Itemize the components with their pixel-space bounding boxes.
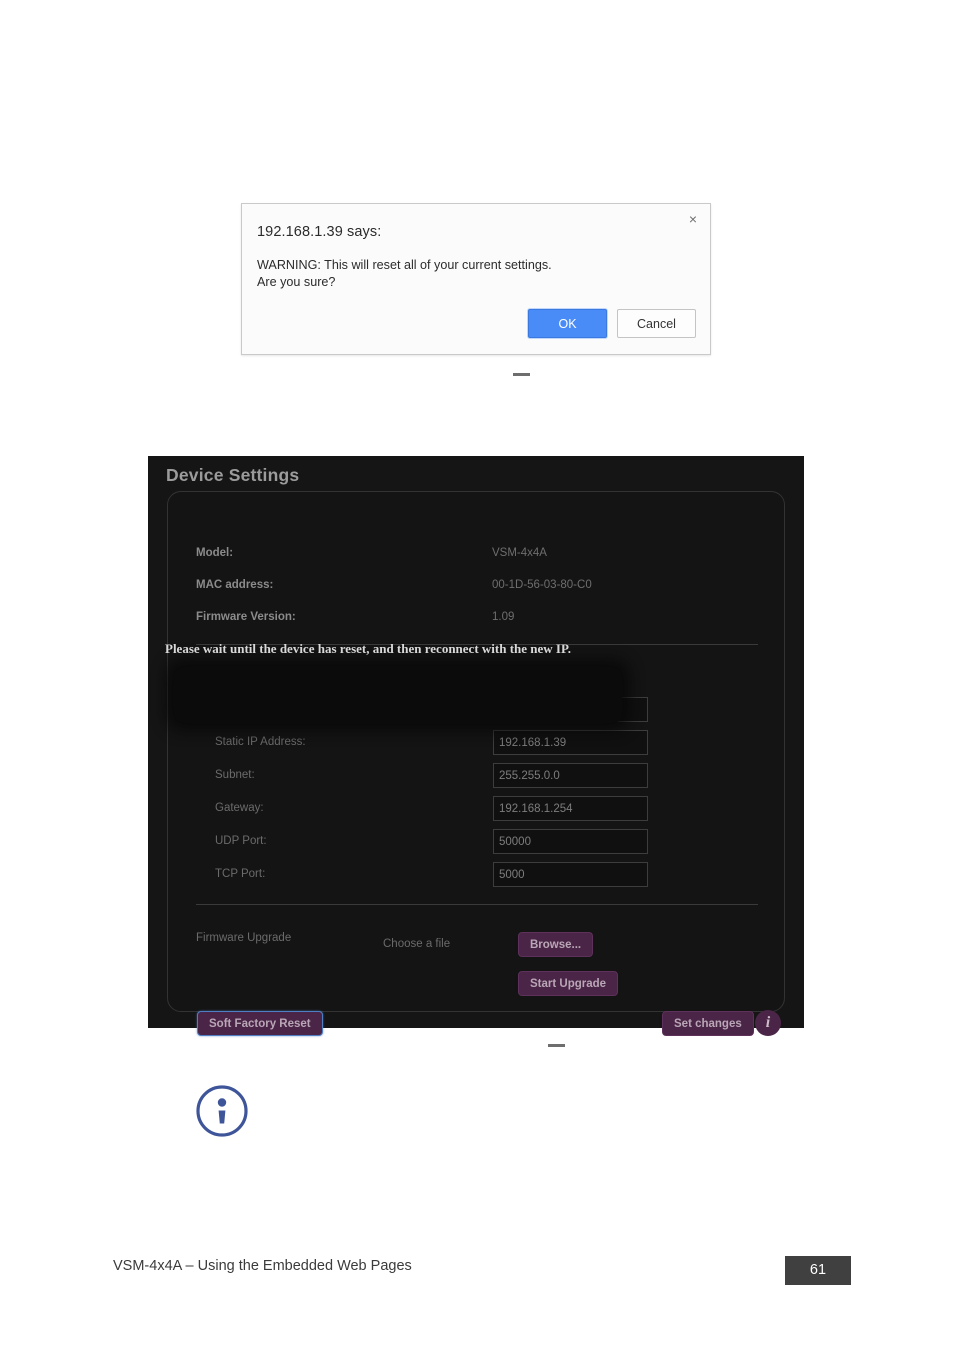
- static-ip-address-label: Static IP Address:: [215, 736, 306, 748]
- browse-button[interactable]: Browse...: [518, 932, 594, 957]
- wait-overlay-backdrop: [174, 667, 622, 723]
- start-upgrade-button[interactable]: Start Upgrade: [518, 971, 619, 996]
- close-icon[interactable]: ×: [684, 211, 702, 229]
- model-value: VSM-4x4A: [492, 547, 547, 559]
- figure-caption-dash-bottom: [548, 1044, 565, 1047]
- tcp-port-input[interactable]: [493, 862, 648, 887]
- gateway-label: Gateway:: [215, 802, 264, 814]
- ok-button[interactable]: OK: [528, 309, 607, 338]
- mac-address-label: MAC address:: [196, 579, 274, 591]
- static-ip-address-input[interactable]: [493, 730, 648, 755]
- footer-title: VSM-4x4A – Using the Embedded Web Pages: [113, 1258, 412, 1274]
- tcp-port-label: TCP Port:: [215, 868, 266, 880]
- udp-port-input[interactable]: [493, 829, 648, 854]
- dialog-message: WARNING: This will reset all of your cur…: [257, 258, 552, 289]
- soft-factory-reset-button[interactable]: Soft Factory Reset: [197, 1011, 323, 1036]
- cancel-button[interactable]: Cancel: [617, 309, 696, 338]
- info-icon: [194, 1083, 250, 1139]
- firmware-upgrade-label: Firmware Upgrade: [196, 932, 292, 944]
- subnet-label: Subnet:: [215, 769, 255, 781]
- gateway-input[interactable]: [493, 796, 648, 821]
- set-changes-button[interactable]: Set changes: [662, 1011, 754, 1036]
- figure-caption-dash-top: [513, 373, 530, 376]
- device-settings-card: Model: VSM-4x4A MAC address: 00-1D-56-03…: [167, 491, 785, 1036]
- subnet-input[interactable]: [493, 763, 648, 788]
- browser-confirm-dialog: × 192.168.1.39 says: WARNING: This will …: [241, 203, 711, 355]
- page-title: Device Settings: [166, 465, 300, 485]
- dialog-origin-label: 192.168.1.39 says:: [257, 224, 382, 240]
- info-button[interactable]: i: [755, 1010, 781, 1036]
- mac-address-value: 00-1D-56-03-80-C0: [492, 579, 592, 591]
- wait-overlay-message: Please wait until the device has reset, …: [165, 641, 571, 656]
- firmware-version-value: 1.09: [492, 611, 515, 623]
- udp-port-label: UDP Port:: [215, 835, 267, 847]
- model-label: Model:: [196, 547, 234, 559]
- page-number-badge: 61: [785, 1256, 851, 1285]
- divider-bottom: [196, 904, 758, 905]
- firmware-version-label: Firmware Version:: [196, 611, 296, 623]
- dialog-button-group: OK Cancel: [528, 309, 696, 338]
- document-page: × 192.168.1.39 says: WARNING: This will …: [0, 0, 954, 1354]
- device-settings-panel: Device Settings Model: VSM-4x4A MAC addr…: [148, 456, 804, 1036]
- choose-a-file-label: Choose a file: [383, 938, 451, 950]
